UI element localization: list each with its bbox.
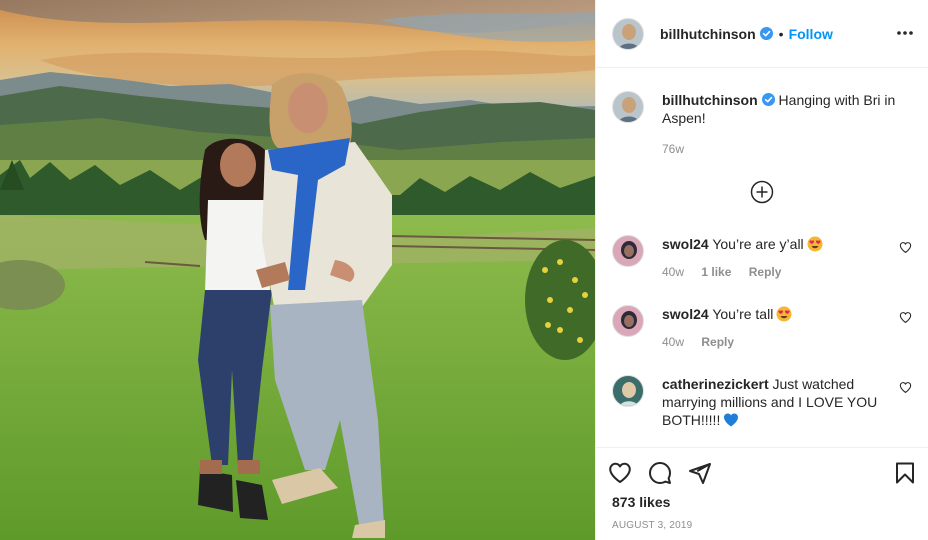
author-avatar[interactable] [612, 17, 644, 50]
comment-item: swol24 You’re are y’all 40w 1 like Reply [612, 235, 912, 279]
comments-section[interactable]: billhutchinson Hanging with Bri in Aspen… [596, 69, 928, 447]
heart-eyes-emoji [807, 236, 823, 252]
commenter-avatar[interactable] [612, 375, 644, 407]
separator-dot: • [778, 25, 784, 42]
comment-likes-count[interactable]: 1 like [701, 265, 731, 279]
comment-username[interactable]: swol24 [662, 236, 709, 252]
comment-item: catherinezickert Just watched marrying m… [612, 375, 912, 429]
comment-username[interactable]: catherinezickert [662, 376, 769, 392]
caption-text-block: billhutchinson Hanging with Bri in Aspen… [662, 91, 912, 127]
comment-like-heart-icon[interactable] [899, 381, 912, 394]
verified-badge-icon [759, 27, 773, 40]
comment-timestamp[interactable]: 40w [662, 335, 684, 349]
comment-text: You’re tall [712, 306, 774, 322]
share-icon[interactable] [688, 461, 712, 485]
verified-badge-icon [761, 93, 775, 106]
comment-like-heart-icon[interactable] [899, 241, 912, 254]
more-horizontal-icon[interactable] [895, 23, 915, 43]
post-photo-image [0, 0, 595, 540]
commenter-avatar[interactable] [612, 305, 644, 337]
post-photo[interactable] [0, 0, 595, 540]
comment-body: catherinezickert Just watched marrying m… [662, 375, 882, 429]
instagram-post: billhutchinson • Follow billhutchinson H… [0, 0, 928, 540]
comment-body: swol24 You’re tall 40w Reply [662, 305, 882, 349]
comment-actions: 40w 1 like Reply [662, 265, 882, 279]
follow-button[interactable]: Follow [789, 26, 833, 42]
heart-icon[interactable] [608, 461, 632, 485]
post-date[interactable]: AUGUST 3, 2019 [612, 520, 692, 531]
plus-circle-icon[interactable] [750, 180, 774, 204]
post-actions-footer: 873 likes AUGUST 3, 2019 [596, 447, 928, 540]
comment-item: swol24 You’re tall 40w Reply [612, 305, 912, 349]
comment-username[interactable]: swol24 [662, 306, 709, 322]
likes-count[interactable]: 873 likes [612, 494, 670, 510]
comment-like-heart-icon[interactable] [899, 311, 912, 324]
comment-actions: 40w Reply [662, 335, 882, 349]
caption-author-avatar[interactable] [612, 91, 644, 123]
post-caption: billhutchinson Hanging with Bri in Aspen… [612, 91, 912, 127]
comment-text: You’re are y’all [712, 236, 804, 252]
bookmark-icon[interactable] [893, 461, 917, 485]
caption-username[interactable]: billhutchinson [662, 92, 758, 108]
comment-timestamp[interactable]: 40w [662, 265, 684, 279]
reply-button[interactable]: Reply [701, 335, 734, 349]
commenter-avatar[interactable] [612, 235, 644, 267]
heart-eyes-emoji [776, 306, 792, 322]
author-username[interactable]: billhutchinson [660, 26, 756, 42]
comment-icon[interactable] [648, 461, 672, 485]
post-side-panel: billhutchinson • Follow billhutchinson H… [595, 0, 928, 540]
comment-body: swol24 You’re are y’all 40w 1 like Reply [662, 235, 882, 279]
caption-timestamp[interactable]: 76w [662, 142, 684, 156]
reply-button[interactable]: Reply [749, 265, 782, 279]
blue-heart-emoji [724, 413, 739, 427]
post-header: billhutchinson • Follow [596, 0, 928, 68]
